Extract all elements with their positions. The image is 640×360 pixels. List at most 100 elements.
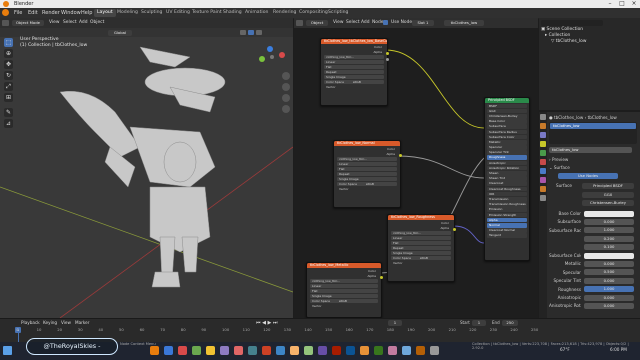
color-socket[interactable] (453, 228, 456, 231)
end-frame-field[interactable]: 250 (502, 320, 518, 326)
param-value-field[interactable]: 0.000 (584, 302, 634, 309)
param-value-field[interactable]: 0.000 (584, 294, 634, 301)
interpolation-dropdown[interactable]: Linear (391, 236, 451, 240)
param-value-field[interactable]: 0.500 (584, 269, 634, 276)
start-frame-field[interactable]: 1 (472, 320, 486, 326)
principled-input-row[interactable]: Subsurface Radius (487, 129, 527, 135)
projection-dropdown[interactable]: Flat (324, 65, 384, 69)
orientation-dropdown[interactable]: Global (108, 29, 132, 36)
surface-section-header[interactable]: ⌄ Surface (549, 164, 570, 171)
interpolation-dropdown[interactable]: Linear (310, 284, 378, 288)
param-value-field[interactable]: 1.000 (584, 227, 634, 234)
image-selector[interactable]: clothing_low_tbC... (324, 55, 384, 59)
taskbar-app-icon[interactable] (220, 346, 229, 355)
image-texture-node-basecolor[interactable]: tbClothes_low_tbClothes_low_BaseColor Co… (320, 38, 389, 106)
slot-dropdown[interactable]: Slot 1 (412, 20, 434, 26)
taskbar-app-icon[interactable] (192, 346, 201, 355)
timeline-menu-playback[interactable]: Playback (18, 319, 43, 327)
viewport-menu-object[interactable]: Object (87, 19, 107, 27)
menu-help[interactable]: Help (78, 9, 95, 17)
image-selector[interactable]: clothing_low_tbC... (337, 157, 397, 161)
param-value-field[interactable]: 0.000 (584, 218, 634, 225)
taskbar-app-icon[interactable] (178, 346, 187, 355)
taskbar-app-icon[interactable] (416, 346, 425, 355)
tab-scripting[interactable]: Scripting (325, 9, 351, 17)
principled-input-row[interactable]: Anisotropic (487, 160, 527, 166)
image-selector[interactable]: clothing_low_tbC... (310, 279, 378, 283)
outliner-row-object[interactable]: ▽ tbClothes_low (551, 39, 586, 45)
world-tab-icon[interactable] (540, 159, 546, 165)
principled-input-row[interactable]: Metallic (487, 139, 527, 145)
projection-dropdown[interactable]: Flat (310, 289, 378, 293)
extension-dropdown[interactable]: Repeat (324, 70, 384, 74)
principled-input-row[interactable]: Clearcoat Normal (487, 228, 527, 233)
playback-controls[interactable]: ⏮ ◀ ▶ ⏭ (256, 320, 277, 326)
blender-menu-icon[interactable] (2, 9, 9, 16)
interpolation-dropdown[interactable]: Linear (337, 162, 397, 166)
menu-file[interactable]: File (11, 9, 25, 17)
close-icon[interactable]: × (628, 0, 640, 8)
render-tab-icon[interactable] (540, 123, 546, 129)
principled-input-row[interactable]: Base Color (487, 119, 527, 124)
principled-input-row[interactable]: Emission Strength (487, 212, 527, 218)
principled-bsdf-node[interactable]: Principled BSDF BSDF GGX Christensen-Burle… (484, 97, 530, 261)
shading-solid-icon[interactable] (240, 30, 246, 35)
image-texture-node-normal[interactable]: tbClothes_low_Normal Color Alpha clothin… (333, 140, 402, 208)
scene-tab-icon[interactable] (540, 150, 546, 156)
param-value-field[interactable] (584, 210, 634, 217)
param-value-field[interactable]: 0.100 (584, 244, 634, 251)
material-dropdown[interactable]: tbClothes_low (444, 20, 484, 26)
tool-tab-icon[interactable] (540, 114, 546, 120)
taskbar-app-icon[interactable] (430, 346, 439, 355)
tab-animation[interactable]: Animation (242, 9, 271, 17)
source-dropdown[interactable]: Single Image (310, 294, 378, 298)
node-editor-type-icon[interactable] (296, 20, 303, 26)
principled-input-row[interactable]: Emission (487, 207, 527, 212)
material-tab-icon[interactable] (540, 186, 546, 192)
minimize-icon[interactable]: – (604, 0, 616, 8)
principled-input-row[interactable]: Clearcoat Roughness (487, 186, 527, 192)
taskbar-app-icon[interactable] (346, 346, 355, 355)
taskbar-app-icon[interactable] (234, 346, 243, 355)
interpolation-dropdown[interactable]: Linear (324, 60, 384, 64)
extension-dropdown[interactable]: Repeat (391, 246, 451, 250)
extension-dropdown[interactable]: Repeat (337, 172, 397, 176)
navigation-gizmo[interactable] (259, 46, 285, 62)
taskbar-app-icon[interactable] (332, 346, 341, 355)
principled-input-row[interactable]: GGX (487, 108, 527, 114)
distribution-dropdown[interactable]: GGX (582, 192, 634, 198)
preview-section-header[interactable]: › Preview (549, 156, 568, 163)
principled-input-row[interactable]: Roughness (487, 155, 527, 161)
view-layer-tab-icon[interactable] (540, 141, 546, 147)
maximize-icon[interactable]: □ (616, 0, 628, 8)
modifier-tab-icon[interactable] (540, 177, 546, 183)
surface-shader-dropdown[interactable]: Principled BSDF (582, 183, 634, 189)
material-name-field[interactable]: tbClothes_low (549, 147, 632, 153)
alpha-socket[interactable] (386, 58, 389, 61)
taskbar-app-icon[interactable] (374, 346, 383, 355)
object-tab-icon[interactable] (540, 168, 546, 174)
material-slot-item[interactable]: tbClothes_low (550, 123, 636, 129)
tab-shading[interactable]: Shading (220, 9, 245, 17)
output-tab-icon[interactable] (540, 132, 546, 138)
source-dropdown[interactable]: Single Image (324, 75, 384, 79)
param-value-field[interactable]: 1.000 (584, 286, 634, 293)
use-nodes-button[interactable]: Use Nodes (558, 173, 618, 179)
taskbar-app-icon[interactable] (164, 346, 173, 355)
taskbar-app-icon[interactable] (206, 346, 215, 355)
taskbar-app-icon[interactable] (318, 346, 327, 355)
tab-sculpting[interactable]: Sculpting (138, 9, 165, 17)
object-mode-dropdown[interactable]: Object Mode (12, 20, 44, 26)
taskbar-app-icon[interactable] (304, 346, 313, 355)
data-tab-icon[interactable] (540, 195, 546, 201)
source-dropdown[interactable]: Single Image (391, 251, 451, 255)
param-value-field[interactable]: 0.000 (584, 260, 634, 267)
tab-modeling[interactable]: Modeling (114, 9, 141, 17)
taskbar-app-icon[interactable] (388, 346, 397, 355)
colorspace-dropdown[interactable]: Color Space sRGB (310, 299, 378, 303)
image-selector[interactable]: clothing_low_tbC... (391, 231, 451, 235)
principled-input-row[interactable]: Clearcoat (487, 181, 527, 186)
character-model[interactable] (59, 46, 226, 288)
color-socket[interactable] (386, 52, 389, 55)
shading-material-icon[interactable] (248, 30, 254, 35)
